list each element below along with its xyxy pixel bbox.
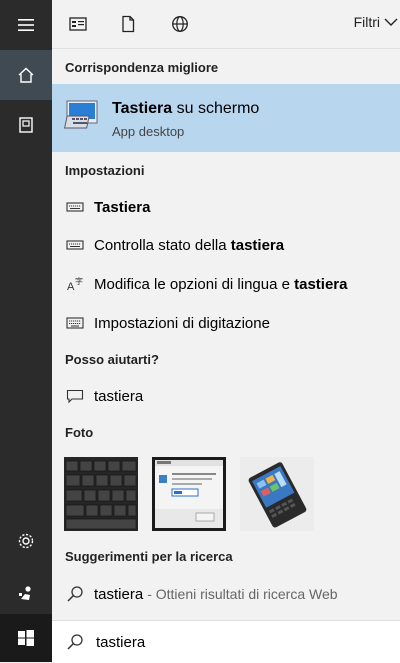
notebook-button[interactable]: [0, 100, 52, 150]
keyboard-icon: [66, 240, 84, 250]
help-item[interactable]: tastiera: [52, 378, 400, 414]
language-icon: A字: [67, 277, 83, 291]
settings-item-controlla-stato[interactable]: Controlla stato della tastiera: [52, 227, 400, 263]
apps-filter-button[interactable]: [68, 14, 88, 34]
settings-item-label: Modifica le opzioni di lingua e tastiera: [94, 275, 348, 293]
help-heading: Posso aiutarti?: [65, 352, 159, 367]
gear-icon: [18, 533, 34, 549]
hamburger-menu-button[interactable]: [0, 0, 52, 50]
photo-thumbnail-keyboard[interactable]: [64, 457, 138, 531]
on-screen-keyboard-app-icon: [64, 100, 98, 129]
best-match-title: Tastiera su schermo: [112, 100, 260, 117]
suggestion-item[interactable]: tastiera - Ottieni risultati di ricerca …: [52, 576, 400, 612]
document-icon: [122, 15, 135, 33]
best-match-heading: Corrispondenza migliore: [65, 60, 219, 75]
search-icon: [67, 586, 83, 602]
start-button[interactable]: [0, 614, 52, 662]
documents-filter-button[interactable]: [118, 14, 138, 34]
filters-dropdown[interactable]: Filtri: [354, 14, 398, 30]
suggestion-text: tastiera: [94, 585, 144, 603]
apps-icon: [69, 17, 87, 31]
photo-thumbnail-phone[interactable]: [240, 457, 314, 531]
feedback-button[interactable]: [0, 568, 52, 618]
search-results-pane: Filtri Corrispondenza migliore Tastiera …: [52, 0, 400, 662]
photo-thumbnail-dialog[interactable]: [152, 457, 226, 531]
svg-text:字: 字: [75, 277, 83, 286]
settings-item-label: Controlla stato della tastiera: [94, 236, 285, 254]
settings-item-lingua[interactable]: A字 Modifica le opzioni di lingua e tasti…: [52, 266, 400, 302]
chevron-down-icon: [384, 18, 398, 26]
home-icon: [18, 67, 34, 83]
search-icon: [67, 634, 83, 650]
left-rail: [0, 0, 52, 662]
settings-item-label: Tastiera: [94, 198, 151, 216]
settings-item-tastiera[interactable]: Tastiera: [52, 189, 400, 225]
settings-button[interactable]: [0, 516, 52, 566]
notebook-icon: [19, 117, 33, 133]
photos-heading: Foto: [65, 425, 94, 440]
web-filter-button[interactable]: [170, 14, 190, 34]
keyboard-icon: [66, 202, 84, 212]
best-match-subtitle: App desktop: [112, 124, 185, 139]
search-box[interactable]: [52, 620, 400, 663]
photo-thumbnails: [64, 457, 314, 531]
search-input[interactable]: [94, 632, 338, 652]
suggestion-hint: - Ottieni risultati di ricerca Web: [147, 586, 338, 602]
phone-photo-image: [240, 457, 314, 531]
settings-item-label: Impostazioni di digitazione: [94, 314, 270, 332]
settings-heading: Impostazioni: [65, 163, 145, 178]
filters-label: Filtri: [353, 14, 380, 30]
hamburger-icon: [18, 19, 34, 31]
suggestions-heading: Suggerimenti per la ricerca: [65, 549, 233, 564]
keyboard-photo-image: [64, 457, 138, 531]
windows-logo-icon: [18, 630, 34, 646]
dialog-screenshot-image: [152, 457, 226, 531]
chat-bubble-icon: [66, 389, 84, 403]
home-button[interactable]: [0, 50, 52, 100]
search-filter-bar: Filtri: [52, 0, 400, 49]
keyboard-icon: [66, 317, 84, 329]
feedback-icon: [19, 586, 31, 600]
help-item-label: tastiera: [94, 387, 144, 405]
best-match-result[interactable]: Tastiera su schermo App desktop: [52, 84, 400, 152]
settings-item-digitazione[interactable]: Impostazioni di digitazione: [52, 305, 400, 341]
globe-icon: [172, 16, 188, 32]
svg-text:A: A: [67, 281, 75, 291]
